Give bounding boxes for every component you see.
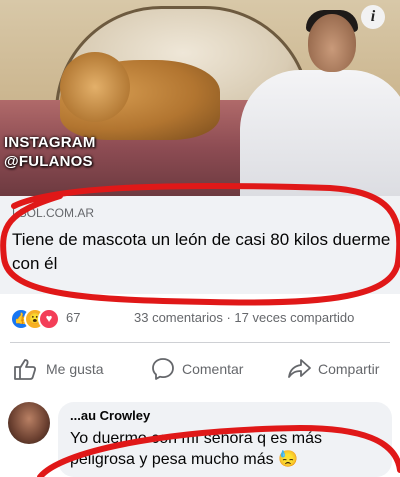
avatar[interactable] — [8, 402, 50, 444]
post-photo[interactable]: i INSTAGRAM @FULANOS — [0, 0, 400, 196]
lion-head — [60, 52, 130, 122]
love-icon: ♥ — [38, 308, 60, 330]
watermark-line1: INSTAGRAM — [4, 134, 96, 151]
man-head — [308, 14, 356, 72]
link-preview[interactable]: LSOL.COM.AR Tiene de mascota un león de … — [0, 196, 400, 294]
info-icon[interactable]: i — [361, 5, 385, 29]
reactions-bar[interactable]: 👍 😮 ♥ 67 33 comentarios · 17 veces compa… — [10, 306, 400, 330]
comment-label: Comentar — [182, 361, 244, 377]
comment-bubble[interactable]: ...au Crowley Yo duermo con mí señora q … — [58, 402, 392, 477]
link-source: LSOL.COM.AR — [12, 206, 95, 220]
link-headline[interactable]: Tiene de mascota un león de casi 80 kilo… — [12, 228, 392, 276]
man-figure — [240, 70, 400, 196]
comment-text: Yo duermo con mí señora q es más peligro… — [70, 430, 322, 468]
share-label: Compartir — [318, 361, 380, 377]
reaction-count[interactable]: 67 — [66, 310, 80, 325]
share-arrow-icon — [288, 359, 311, 378]
thumbs-up-icon — [14, 359, 37, 380]
post-stats[interactable]: 33 comentarios · 17 veces compartido — [134, 310, 354, 325]
comment-author[interactable]: ...au Crowley — [70, 408, 150, 423]
watermark-line2: @FULANOS — [4, 153, 93, 170]
photo-watermark: INSTAGRAM @FULANOS — [4, 133, 96, 171]
divider — [10, 342, 390, 343]
post-actions: Me gusta Comentar Compartir — [0, 352, 400, 388]
like-label: Me gusta — [46, 361, 104, 377]
comment-icon — [152, 358, 174, 380]
